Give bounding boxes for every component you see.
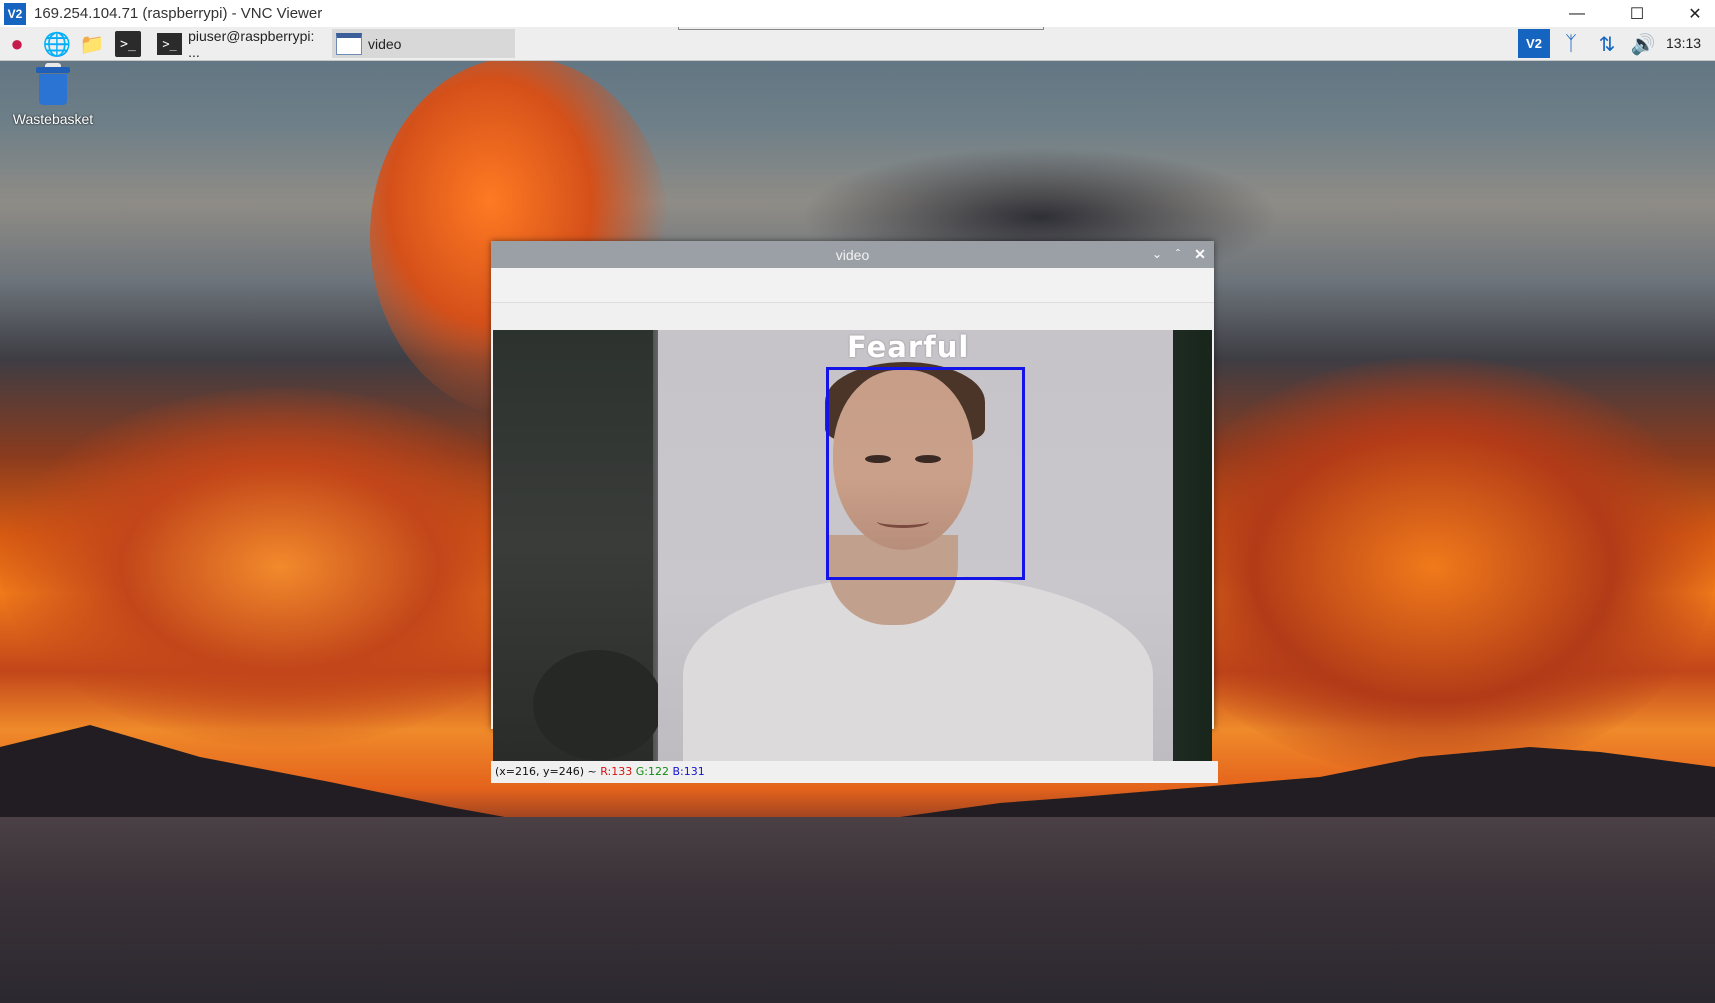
- emotion-label: Fearful: [847, 330, 970, 364]
- terminal-icon: >_: [157, 32, 183, 55]
- raspberry-menu-icon[interactable]: ●: [4, 31, 30, 57]
- taskbar-task-video[interactable]: video: [332, 29, 515, 58]
- wastebasket-icon: [36, 63, 70, 105]
- task-label: video: [368, 35, 402, 52]
- taskbar-task-terminal[interactable]: >_ piuser@raspberrypi: ...: [153, 27, 331, 60]
- task-label: piuser@raspberrypi: ...: [188, 27, 315, 60]
- face-detection-box: [826, 367, 1025, 580]
- vnc-logo-icon: V2: [4, 2, 26, 25]
- file-manager-icon[interactable]: 📁: [79, 31, 105, 57]
- desktop-icon-wastebasket[interactable]: Wastebasket: [10, 63, 96, 127]
- video-frame[interactable]: Fearful: [493, 330, 1212, 761]
- pixel-coords: (x=216, y=246) ~: [495, 765, 597, 778]
- volume-icon[interactable]: 🔊: [1630, 31, 1656, 57]
- maximize-icon[interactable]: ☐: [1614, 0, 1660, 27]
- taskbar: ● 🌐 📁 >_ >_ piuser@raspberrypi: ... vide…: [0, 27, 1715, 61]
- vnc-tray-icon[interactable]: V2: [1518, 29, 1550, 58]
- close-icon[interactable]: ✕: [1672, 0, 1715, 27]
- clock[interactable]: 13:13: [1666, 35, 1701, 51]
- pixel-blue-value: B:131: [672, 765, 705, 778]
- vnc-title-bar: V2 169.254.104.71 (raspberrypi) - VNC Vi…: [0, 0, 1715, 27]
- network-transfer-icon[interactable]: ⇅: [1594, 31, 1620, 57]
- bluetooth-icon[interactable]: ᛉ: [1558, 31, 1584, 57]
- frame-edge: [1173, 330, 1212, 761]
- frame-object: [533, 650, 663, 760]
- wallpaper-sea: [0, 817, 1715, 1003]
- desktop-icon-label: Wastebasket: [12, 111, 94, 127]
- wallpaper-cloud: [0, 387, 560, 747]
- chevron-down-icon[interactable]: ⌄: [1147, 244, 1167, 264]
- vnc-window-title: 169.254.104.71 (raspberrypi) - VNC Viewe…: [34, 5, 323, 22]
- pixel-green-value: G:122: [635, 765, 669, 778]
- video-window-status-bar: (x=216, y=246) ~ R:133 G:122 B:131: [491, 761, 1218, 783]
- video-window-title: video: [835, 247, 870, 263]
- close-icon[interactable]: ✕: [1190, 244, 1210, 264]
- web-browser-icon[interactable]: 🌐: [43, 31, 72, 57]
- pixel-red-value: R:133: [600, 765, 633, 778]
- video-window[interactable]: video ⌄ ˆ ✕ Fearful (x=216, y=246) ~ R:1…: [491, 241, 1218, 783]
- window-icon: [336, 32, 362, 55]
- terminal-icon[interactable]: >_: [115, 31, 141, 57]
- minimize-icon[interactable]: —: [1554, 0, 1600, 27]
- video-window-title-bar[interactable]: video ⌄ ˆ ✕: [491, 241, 1214, 268]
- chevron-up-icon[interactable]: ˆ: [1168, 244, 1188, 264]
- taskbar-separator: [678, 27, 1044, 30]
- remote-desktop[interactable]: ● 🌐 📁 >_ >_ piuser@raspberrypi: ... vide…: [0, 27, 1715, 1003]
- video-window-toolbar: [491, 268, 1214, 303]
